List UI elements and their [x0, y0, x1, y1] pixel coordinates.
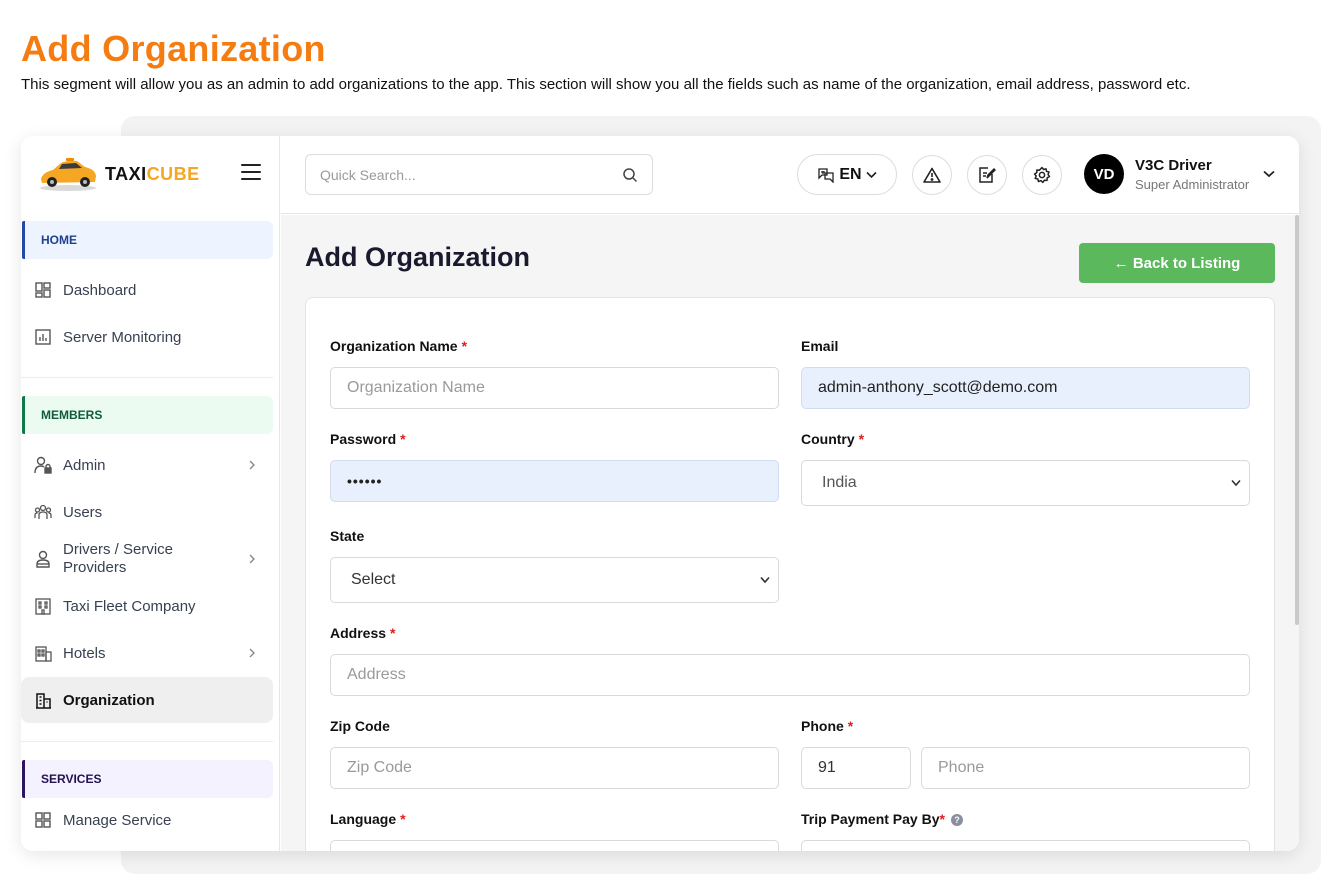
monitor-chart-icon [34, 328, 52, 346]
sidebar-item-label: Users [63, 503, 103, 521]
sidebar-item-label: Dashboard [63, 281, 137, 299]
country-value: India [822, 474, 857, 491]
sidebar-section-services: SERVICES [22, 760, 273, 798]
sidebar-divider [21, 377, 273, 378]
page-title: Add Organization [305, 242, 530, 272]
organization-icon [34, 691, 52, 709]
gear-icon [1033, 166, 1051, 184]
sidebar-item-users[interactable]: Users [21, 490, 273, 534]
main-content: Add Organization ← Back to Listing Organ… [281, 215, 1299, 851]
address-field[interactable] [330, 654, 1250, 696]
brand-name: TAXICUBE [105, 163, 200, 184]
sidebar-item-label: Server Monitoring [63, 328, 182, 346]
grid-icon [34, 811, 52, 829]
email-field[interactable] [801, 367, 1250, 409]
page-hero-title: Add Organization [21, 28, 326, 69]
password-field[interactable]: •••••• [330, 460, 779, 502]
phone-field[interactable] [921, 747, 1250, 789]
user-role: Super Administrator [1135, 176, 1250, 192]
edit-note-icon [979, 167, 996, 183]
user-lock-icon [34, 456, 52, 474]
phone-label: Phone * [801, 718, 854, 734]
language-selector[interactable]: EN [797, 154, 897, 195]
sidebar: TAXICUBE HOME Dashboard Server Monitorin… [21, 136, 280, 851]
sidebar-section-members: MEMBERS [22, 396, 273, 434]
users-group-icon [34, 503, 52, 521]
trip-payment-label: Trip Payment Pay By*? [801, 811, 963, 827]
org-name-label: Organization Name * [330, 338, 468, 354]
notes-button[interactable] [967, 155, 1007, 195]
chevron-down-icon [1231, 479, 1241, 487]
org-name-field[interactable] [330, 367, 779, 409]
sidebar-item-label: Taxi Fleet Company [63, 597, 196, 615]
sidebar-item-server-monitoring[interactable]: Server Monitoring [21, 315, 273, 359]
hotel-icon [34, 644, 52, 662]
sidebar-section-home: HOME [22, 221, 273, 259]
user-name: V3C Driver [1135, 156, 1212, 174]
chevron-right-icon [249, 554, 255, 564]
sidebar-item-dashboard[interactable]: Dashboard [21, 268, 273, 312]
driver-icon [34, 550, 52, 568]
sidebar-item-label: Hotels [63, 644, 106, 662]
email-label: Email [801, 338, 839, 354]
sidebar-item-label: Organization [63, 691, 155, 709]
warning-icon [923, 167, 941, 183]
brand-logo[interactable]: TAXICUBE [37, 154, 200, 194]
chevron-down-icon [866, 171, 877, 178]
app-window: TAXICUBE HOME Dashboard Server Monitorin… [21, 136, 1299, 851]
translate-icon [818, 167, 835, 183]
avatar: VD [1084, 154, 1124, 194]
topbar: EN VD V3C Driver Super Administrator [281, 136, 1299, 214]
language-select[interactable] [330, 840, 779, 851]
sidebar-item-label: Manage Service [63, 811, 172, 829]
chevron-down-icon [760, 576, 770, 584]
building-icon [34, 597, 52, 615]
sidebar-item-hotels[interactable]: Hotels [21, 631, 273, 675]
sidebar-item-manage-service[interactable]: Manage Service [21, 798, 273, 842]
password-label: Password * [330, 431, 406, 447]
sidebar-item-taxi-fleet[interactable]: Taxi Fleet Company [21, 584, 273, 628]
zip-label: Zip Code [330, 718, 390, 734]
state-value: Select [351, 571, 396, 588]
phone-code-field[interactable] [801, 747, 911, 789]
help-icon[interactable]: ? [950, 814, 963, 827]
state-select[interactable]: Select [330, 557, 779, 603]
search-input[interactable] [320, 166, 622, 183]
scrollbar[interactable] [1295, 215, 1299, 625]
search-icon[interactable] [622, 167, 638, 183]
quick-search[interactable] [305, 154, 653, 195]
state-label: State [330, 528, 365, 544]
sidebar-item-drivers[interactable]: Drivers / Service Providers [21, 537, 273, 581]
settings-button[interactable] [1022, 155, 1062, 195]
page-hero-description: This segment will allow you as an admin … [21, 76, 1191, 93]
sidebar-item-organization[interactable]: Organization [21, 677, 273, 723]
country-select[interactable]: India [801, 460, 1250, 506]
alert-button[interactable] [912, 155, 952, 195]
back-to-listing-button[interactable]: ← Back to Listing [1079, 243, 1275, 283]
country-label: Country * [801, 431, 865, 447]
sidebar-item-admin[interactable]: Admin [21, 443, 273, 487]
sidebar-divider [21, 741, 273, 742]
menu-toggle-icon[interactable] [241, 164, 261, 182]
address-label: Address * [330, 625, 396, 641]
language-label: Language * [330, 811, 406, 827]
language-label: EN [839, 165, 862, 183]
user-menu[interactable]: VD V3C Driver Super Administrator [1084, 154, 1275, 194]
sidebar-item-label: Drivers / Service Providers [63, 541, 174, 576]
chevron-down-icon [1263, 170, 1275, 178]
sidebar-item-label: Admin [63, 456, 106, 474]
organization-form: Organization Name* Email Password* •••••… [305, 297, 1275, 851]
chevron-right-icon [249, 460, 255, 470]
taxi-car-icon [40, 158, 96, 191]
zip-field[interactable] [330, 747, 779, 789]
chevron-right-icon [249, 648, 255, 658]
dashboard-icon [34, 281, 52, 299]
trip-payment-select[interactable] [801, 840, 1250, 851]
